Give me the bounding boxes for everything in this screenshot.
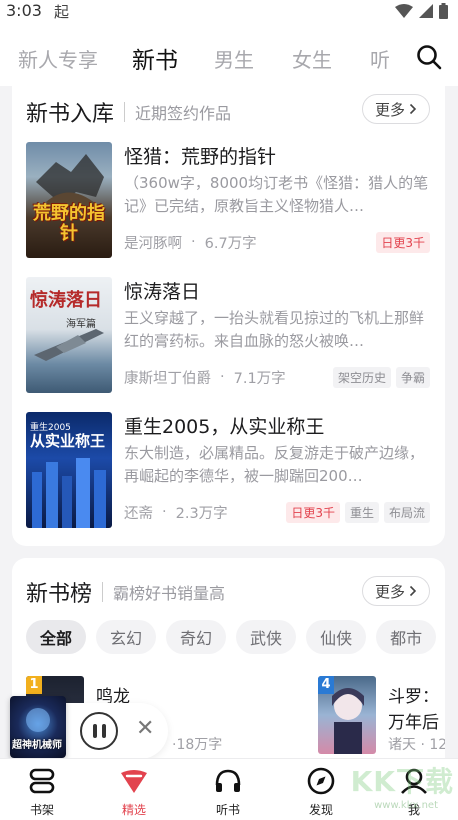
tag-badge: 日更3千	[286, 501, 340, 523]
bookshelf-icon	[25, 765, 59, 797]
cover-title: 荒野的指针	[33, 203, 105, 244]
chip-dushi[interactable]: 都市	[376, 620, 437, 654]
nav-label: 发现	[308, 803, 333, 817]
book-word-count: 2.3万字	[175, 505, 228, 522]
nav-label: 书架	[29, 803, 54, 817]
mini-player-cover[interactable]: 超神机械师	[10, 696, 66, 758]
book-description: 东大制造，必属精品。反复游走于破产边缘，再崛起的李德华，被一脚踹回200…	[124, 444, 425, 485]
chip-all[interactable]: 全部	[26, 620, 87, 654]
compass-icon	[304, 765, 338, 797]
tab-female[interactable]: 女生	[292, 44, 332, 73]
nav-discover[interactable]: 发现	[291, 765, 351, 818]
rank-list-item[interactable]: 4 斗罗： 万年后 诸天 · 12	[318, 676, 445, 758]
book-meta: 康斯坦丁伯爵 · 7.1万字 架空历史 争霸	[124, 366, 430, 388]
nav-featured[interactable]: 精选	[104, 765, 164, 818]
player-cover-title: 超神机械师	[12, 740, 62, 751]
nav-label: 精选	[121, 803, 146, 817]
nav-audiobooks[interactable]: 听书	[198, 765, 258, 818]
book-author: 康斯坦丁伯爵	[124, 370, 211, 387]
top-tab-bar: 新人专享 新书 男生 女生 听	[0, 24, 458, 86]
new-books-section: 新书入库 近期签约作品 更多 荒野的指针 怪猎：荒野的指针 （360w字，800…	[12, 86, 445, 546]
book-item[interactable]: 重生2005 从实业称王 重生2005，从实业称王 东大制造，必属精品。反复游走…	[26, 412, 431, 528]
watermark-logo: KK下载	[350, 765, 454, 798]
book-tags: 日更3千	[376, 231, 430, 253]
nav-bookshelf[interactable]: 书架	[12, 765, 72, 818]
cover-title: 从实业称王	[30, 432, 106, 450]
rank-book-meta: ·18万字	[172, 737, 223, 753]
book-word-count: 6.7万字	[204, 235, 257, 252]
divider	[124, 102, 126, 122]
headphones-icon	[211, 765, 245, 797]
book-meta: 是河豚啊 · 6.7万字 日更3千	[124, 231, 430, 253]
cover-subtitle: 海军篇	[66, 319, 96, 330]
battery-icon	[439, 3, 448, 19]
chip-wuxia[interactable]: 武侠	[236, 620, 297, 654]
status-time: 3:03	[6, 1, 42, 20]
close-icon[interactable]: ✕	[136, 716, 154, 741]
book-tags: 日更3千 重生 布局流	[286, 501, 430, 523]
section-title: 新书入库	[26, 102, 115, 127]
book-meta: 还斋 · 2.3万字 日更3千 重生 布局流	[124, 501, 430, 523]
chevron-right-icon	[409, 103, 417, 115]
book-author: 还斋	[124, 505, 153, 522]
tab-listen[interactable]: 听	[370, 44, 390, 73]
rank-book-meta: 诸天 · 12	[388, 737, 445, 753]
book-title: 重生2005，从实业称王	[124, 416, 325, 438]
more-button[interactable]: 更多	[362, 576, 430, 606]
tab-new-books-label: 新书	[132, 48, 178, 74]
system-icons	[395, 3, 448, 19]
rank-badge: 1	[26, 676, 42, 694]
book-title: 怪猎：荒野的指针	[124, 146, 277, 168]
book-cover: 荒野的指针	[26, 142, 112, 258]
book-item[interactable]: 荒野的指针 怪猎：荒野的指针 （360w字，8000均订老书《怪猎：猎人的笔记》…	[26, 142, 431, 258]
divider	[102, 582, 104, 602]
tag-badge: 重生	[344, 501, 379, 523]
section-subtitle: 霸榜好书销量高	[113, 584, 226, 603]
featured-icon	[117, 765, 151, 797]
book-description: 王义穿越了，一抬头就看见掠过的飞机上那鲜红的膏药标。来自血脉的怒火被唤…	[124, 309, 425, 350]
tab-new-user[interactable]: 新人专享	[18, 44, 98, 73]
section-header: 新书入库 近期签约作品	[26, 96, 231, 128]
tag-badge: 日更3千	[376, 231, 430, 253]
book-author: 是河豚啊	[124, 235, 182, 252]
more-label: 更多	[374, 582, 405, 601]
category-chips: 全部 玄幻 奇幻 武侠 仙侠 都市	[26, 620, 437, 654]
tab-new-books[interactable]: 新书	[132, 41, 178, 75]
chevron-right-icon	[409, 585, 417, 597]
rank-book-title-line2: 万年后	[388, 713, 439, 733]
chip-xuanhuan[interactable]: 玄幻	[96, 620, 157, 654]
book-item[interactable]: 惊涛落日 海军篇 惊涛落日 王义穿越了，一抬头就看见掠过的飞机上那鲜红的膏药标。…	[26, 277, 431, 393]
section-header: 新书榜 霸榜好书销量高	[26, 576, 225, 608]
mini-player-controls: ✕	[58, 703, 168, 759]
section-subtitle: 近期签约作品	[135, 104, 232, 123]
tab-male[interactable]: 男生	[214, 44, 254, 73]
book-word-count: 7.1万字	[233, 370, 286, 387]
watermark-url: www.kkx.net	[374, 800, 438, 811]
tag-badge: 布局流	[383, 501, 430, 523]
search-icon[interactable]	[416, 44, 442, 70]
signal-icon	[419, 4, 433, 18]
nav-label: 听书	[215, 803, 240, 817]
rank-book-title: 斗罗：	[388, 687, 439, 707]
tag-badge: 架空历史	[332, 366, 391, 388]
tag-badge: 争霸	[395, 366, 430, 388]
status-bar: 3:03 起	[0, 0, 458, 24]
chip-qihuan[interactable]: 奇幻	[166, 620, 227, 654]
book-title: 惊涛落日	[124, 281, 201, 303]
cover-title: 惊涛落日	[30, 290, 102, 311]
section-title: 新书榜	[26, 582, 93, 607]
book-cover: 4	[318, 676, 376, 754]
app-notification-glyph: 起	[54, 3, 70, 21]
book-tags: 架空历史 争霸	[332, 366, 430, 388]
wifi-icon	[395, 4, 413, 18]
book-cover: 惊涛落日 海军篇	[26, 277, 112, 393]
more-label: 更多	[374, 100, 405, 119]
more-button[interactable]: 更多	[362, 94, 430, 124]
book-cover: 重生2005 从实业称王	[26, 412, 112, 528]
chip-xianxia[interactable]: 仙侠	[306, 620, 367, 654]
book-description: （360w字，8000均订老书《怪猎：猎人的笔记》已完结，原教旨主义怪物猎人…	[124, 174, 429, 215]
pause-button[interactable]	[80, 712, 118, 750]
